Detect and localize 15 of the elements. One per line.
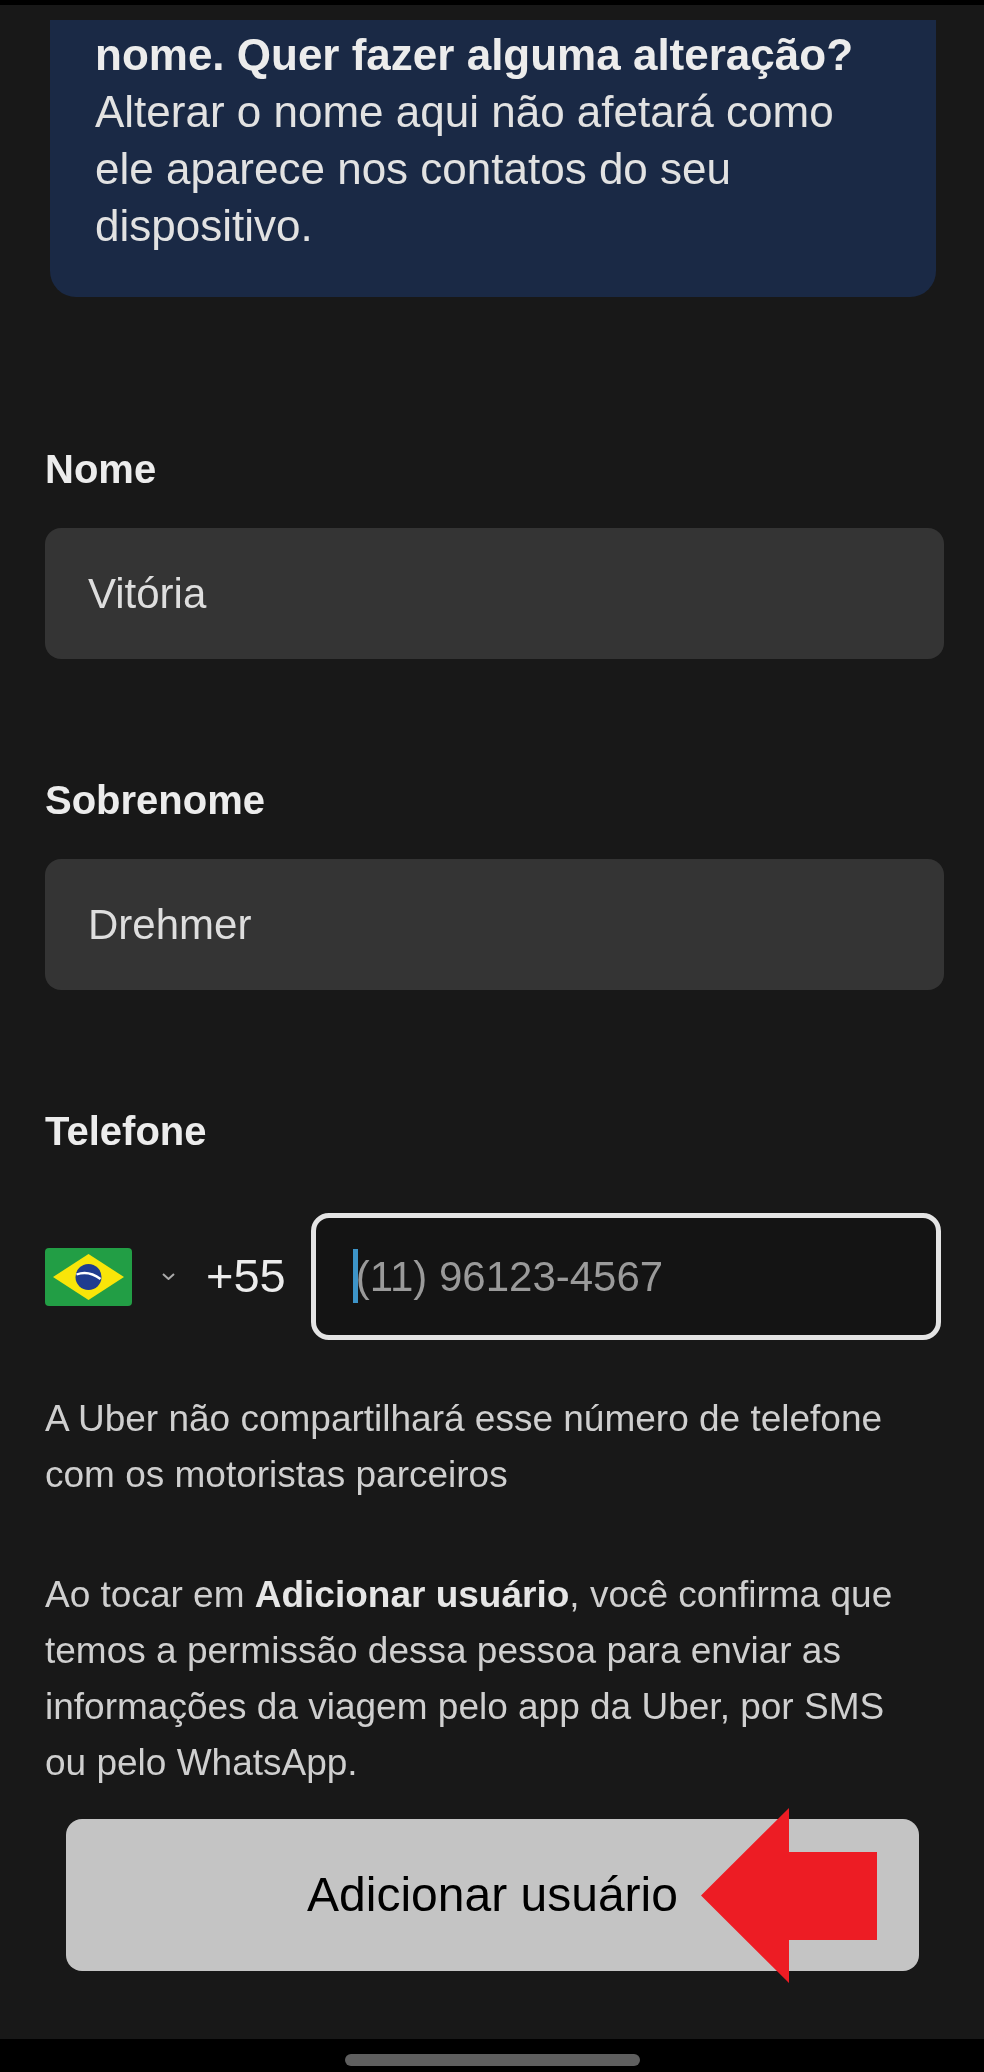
phone-field[interactable]: (11) 96123-4567 [310,1213,941,1340]
country-picker[interactable] [45,1247,175,1306]
text-field[interactable]: Vitória [45,528,944,659]
flag-icon [45,1247,132,1306]
chevron-down-icon [162,1273,175,1280]
field-label: Telefone [45,1108,208,1155]
country-code: +55 [206,1248,286,1305]
text-field[interactable]: Drehmer [45,859,944,990]
text-cursor [352,1249,358,1303]
card-heading: nome. Quer fazer alguma alteração? [95,29,855,81]
field-label: Nome [45,446,158,493]
field-label: Sobrenome [45,777,267,824]
note-text: A Uber não compartilhará esse número de telefone com os motoristas parceiros [45,1397,884,1497]
note-text: Ao tocar em Adicionar usuário, você confirma que temos a permissão dessa pessoa para enviar as informações da viagem pelo app da Uber, por SMS ou pelo WhatsApp. [45,1573,894,1785]
card-text: Alterar o nome aqui não afetará como ele aparece nos contatos do seu dispositivo. [95,86,835,252]
